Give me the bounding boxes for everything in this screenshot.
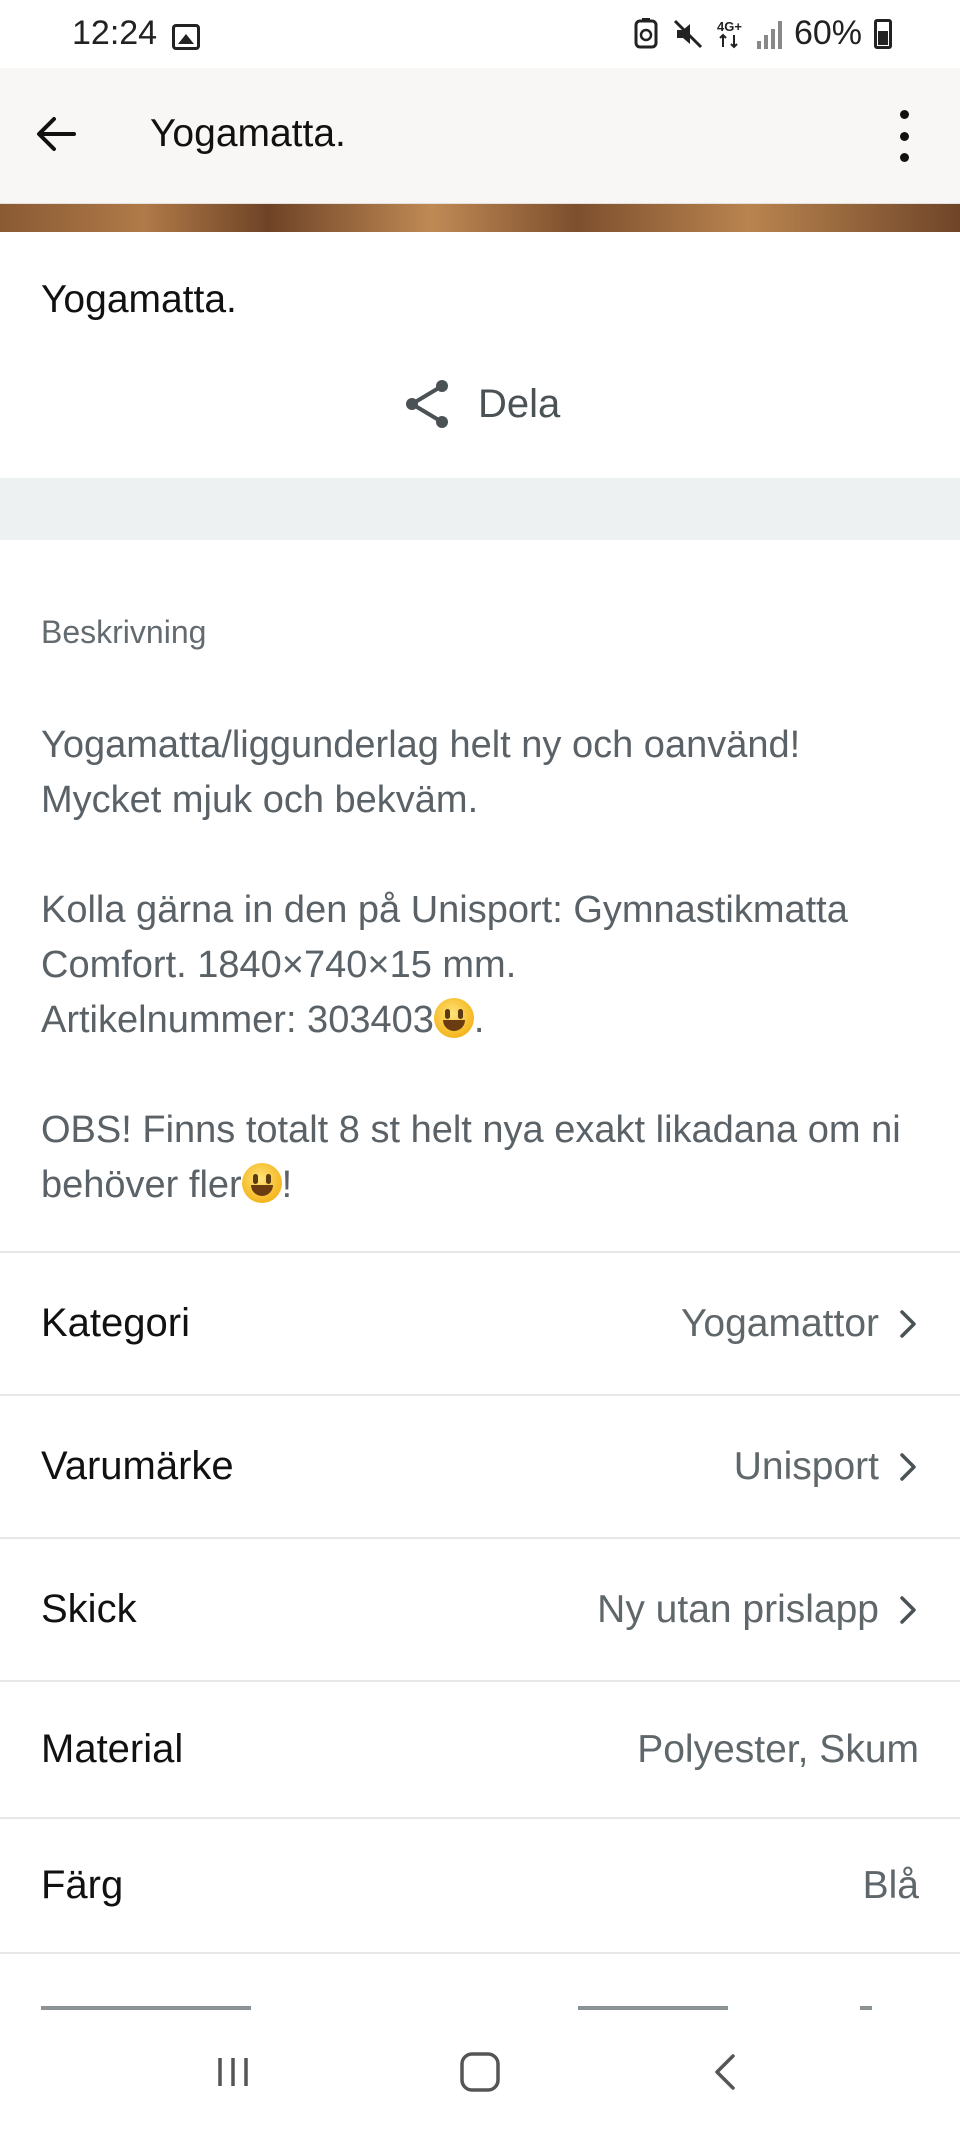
attribute-value-wrap: Yogamattor xyxy=(681,1302,919,1346)
recents-icon xyxy=(218,2057,249,2086)
attribute-value-wrap: Ny utan prislapp xyxy=(597,1588,919,1632)
chevron-right-icon xyxy=(897,1450,919,1484)
share-button[interactable]: Dela xyxy=(400,374,560,434)
more-dot xyxy=(899,153,909,162)
attribute-label: Skick xyxy=(41,1587,137,1631)
attribute-value: Unisport xyxy=(733,1444,879,1488)
description-paragraph-3-end: . xyxy=(473,999,485,1041)
recents-button[interactable] xyxy=(188,2027,278,2117)
attribute-value: Ny utan prislapp xyxy=(597,1587,879,1631)
more-options-button[interactable] xyxy=(876,104,932,168)
status-bar: 12:24 4G+ 60% xyxy=(0,0,960,68)
attribute-row-condition[interactable]: Skick Ny utan prislapp xyxy=(0,1537,960,1680)
smiley-emoji-icon xyxy=(433,998,474,1038)
home-icon xyxy=(460,2051,500,2092)
section-divider xyxy=(0,478,960,540)
description-paragraph-3: Artikelnummer: 303403 xyxy=(41,999,434,1041)
chevron-right-icon xyxy=(897,1593,919,1627)
app-bar: Yogamatta. xyxy=(0,68,960,204)
home-button[interactable] xyxy=(435,2027,525,2117)
attribute-row-partial xyxy=(0,1960,960,2010)
more-dot xyxy=(899,131,909,141)
attribute-row-brand[interactable]: Varumärke Unisport xyxy=(0,1394,960,1537)
attribute-value: Blå xyxy=(862,1863,919,1907)
battery-icon xyxy=(874,18,892,49)
more-vertical-icon xyxy=(899,110,909,119)
attribute-list: Kategori Yogamattor Varumärke Unisport S… xyxy=(0,1251,960,1954)
network-4g-icon: 4G+ xyxy=(715,17,745,51)
attribute-row-color: Färg Blå xyxy=(0,1817,960,1954)
signal-icon xyxy=(756,19,782,49)
nav-back-icon xyxy=(714,2053,735,2090)
attribute-label: Varumärke xyxy=(41,1444,234,1488)
description-paragraph-1: Yogamatta/liggunderlag helt ny och oanvä… xyxy=(41,724,801,821)
attribute-label: Färg xyxy=(41,1863,124,1907)
attribute-value: Polyester, Skum xyxy=(637,1727,919,1771)
description-paragraph-4: OBS! Finns totalt 8 st helt nya exakt li… xyxy=(41,1109,901,1206)
back-button[interactable] xyxy=(28,106,84,162)
attribute-label: Material xyxy=(41,1727,184,1771)
attribute-value-wrap: Unisport xyxy=(734,1445,919,1489)
battery-percent: 60% xyxy=(793,14,862,52)
share-icon xyxy=(406,380,448,428)
attribute-value: Yogamattor xyxy=(680,1301,879,1345)
attribute-row-category[interactable]: Kategori Yogamattor xyxy=(0,1251,960,1394)
status-time: 12:24 xyxy=(72,14,158,52)
share-label: Dela xyxy=(478,381,561,426)
mute-icon xyxy=(673,17,703,51)
item-title: Yogamatta. xyxy=(41,278,237,321)
arrow-left-icon xyxy=(37,117,76,151)
system-nav-bar xyxy=(0,2010,960,2133)
svg-text:4G+: 4G+ xyxy=(717,19,742,34)
item-photo[interactable] xyxy=(0,204,960,232)
status-icons: 4G+ 60% xyxy=(631,14,892,53)
chevron-right-icon xyxy=(897,1307,919,1341)
attribute-row-material: Material Polyester, Skum xyxy=(0,1680,960,1817)
description-paragraph-2: Kolla gärna in den på Unisport: Gymnasti… xyxy=(41,889,848,986)
smiley-emoji-icon xyxy=(241,1163,282,1203)
recycle-badge-icon xyxy=(631,17,661,51)
description-paragraph-4-end: ! xyxy=(281,1164,293,1206)
attribute-label: Kategori xyxy=(41,1301,190,1345)
app-bar-title: Yogamatta. xyxy=(150,112,346,155)
nav-back-button[interactable] xyxy=(682,2027,772,2117)
description-label: Beskrivning xyxy=(41,614,207,650)
description-text: Yogamatta/liggunderlag helt ny och oanvä… xyxy=(41,718,931,1213)
gallery-notification-icon xyxy=(172,24,200,50)
